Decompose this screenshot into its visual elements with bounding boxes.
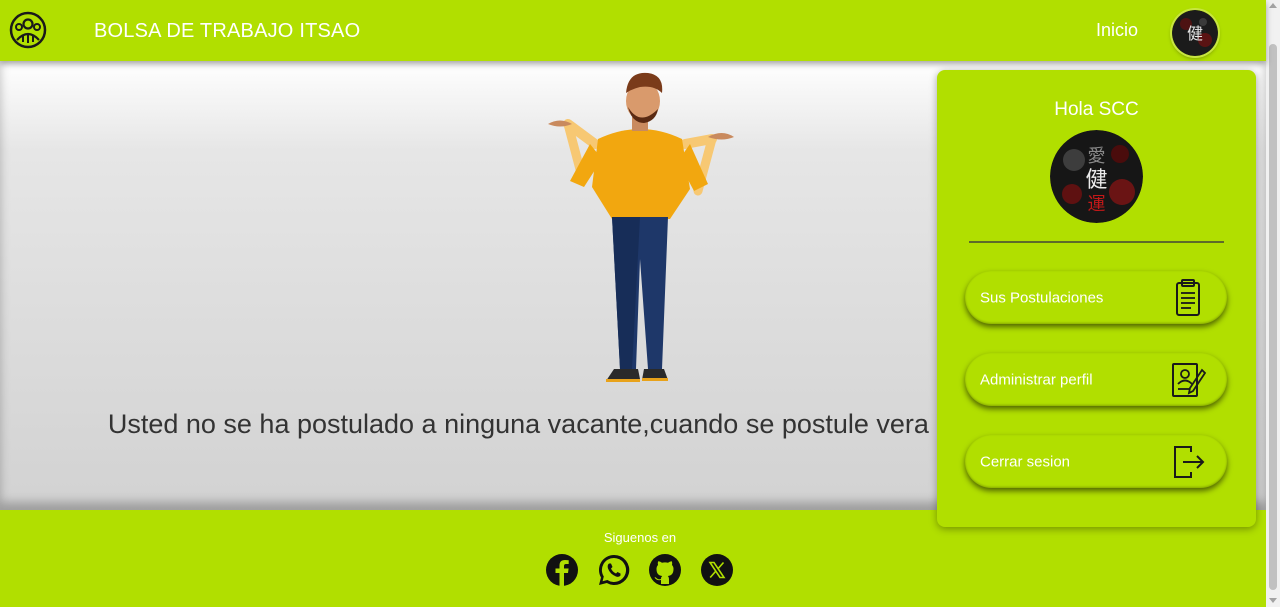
user-greeting: Hola SCC: [1054, 99, 1139, 120]
svg-text:運: 運: [1088, 194, 1106, 215]
facebook-icon[interactable]: [545, 553, 579, 587]
svg-text:健: 健: [1187, 24, 1203, 43]
my-applications-label: Sus Postulaciones: [980, 289, 1104, 306]
scroll-up-arrow-icon[interactable]: [1269, 3, 1277, 8]
whatsapp-icon[interactable]: [597, 553, 631, 587]
svg-text:健: 健: [1085, 168, 1107, 193]
logo-icon[interactable]: [8, 10, 48, 50]
site-title[interactable]: BOLSA DE TRABAJO ITSAO: [94, 20, 360, 43]
my-applications-button[interactable]: Sus Postulaciones: [965, 271, 1227, 324]
profile-avatar: 愛 健 運: [1050, 130, 1143, 223]
logout-button[interactable]: Cerrar sesion: [965, 435, 1227, 488]
x-icon[interactable]: [700, 553, 734, 587]
follow-label: Siguenos en: [603, 530, 677, 545]
manage-profile-label: Administrar perfil: [980, 371, 1093, 388]
logout-icon: [1174, 445, 1205, 478]
user-avatar-icon: 健: [1172, 10, 1218, 56]
svg-text:愛: 愛: [1088, 146, 1106, 167]
navbar: BOLSA DE TRABAJO ITSAO Inicio 健: [0, 0, 1266, 61]
menu-divider: [969, 241, 1224, 243]
shrugging-man-illustration: [548, 72, 734, 382]
page-scrollbar[interactable]: [1266, 0, 1280, 607]
user-menu-panel: Hola SCC 愛 健 運 Sus Postulaciones Adminis…: [937, 70, 1256, 527]
nav-link-inicio[interactable]: Inicio: [1096, 20, 1138, 41]
nav-avatar[interactable]: 健: [1172, 10, 1218, 56]
profile-edit-icon: [1172, 362, 1207, 397]
user-avatar-icon: 愛 健 運: [1050, 130, 1143, 223]
github-icon[interactable]: [648, 553, 682, 587]
logout-label: Cerrar sesion: [980, 453, 1071, 470]
scroll-down-arrow-icon[interactable]: [1269, 598, 1277, 603]
manage-profile-button[interactable]: Administrar perfil: [965, 353, 1227, 406]
scrollbar-thumb[interactable]: [1269, 44, 1277, 590]
clipboard-list-icon: [1176, 278, 1200, 316]
